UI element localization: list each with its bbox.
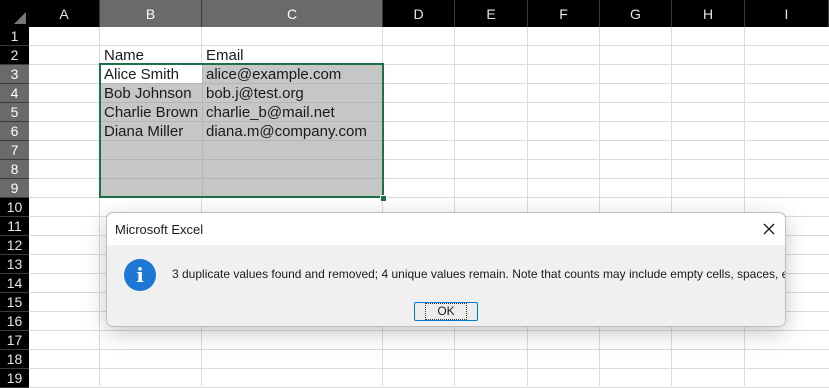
gridline-vertical [454,27,455,386]
ok-button[interactable]: OK [414,302,478,321]
cell-C3[interactable]: alice@example.com [203,65,384,84]
column-header-c[interactable]: C [202,0,383,27]
close-button[interactable] [753,213,785,245]
row-header-11[interactable]: 11 [0,217,29,236]
row-header-1[interactable]: 1 [0,27,29,46]
spreadsheet: ABCDEFGHI 1 2 3 4 5 6 7 8 9 10 11 12 13 14 15 16 17 18 19 … [0,0,829,388]
cell-C4[interactable]: bob.j@test.org [203,84,384,103]
column-header-a[interactable]: A [29,0,100,27]
row-header-14[interactable]: 14 [0,274,29,293]
row-header-16[interactable]: 16 [0,312,29,331]
gridline-horizontal [29,368,829,369]
row-header-12[interactable]: 12 [0,236,29,255]
cell-B5[interactable]: Charlie Brown [101,103,203,122]
cell-B3[interactable]: Alice Smith [101,65,203,84]
column-header-i[interactable]: I [745,0,829,27]
gridline-horizontal [29,349,829,350]
info-icon-glyph: i [136,263,144,287]
row-header-9[interactable]: 9 [0,179,29,198]
gridline-vertical [527,27,528,386]
gridline-horizontal [29,330,829,331]
cell-grid[interactable]: Name Email Alice Smith alice@example.com… [29,27,829,388]
dialog-title: Microsoft Excel [115,222,204,237]
message-dialog: Microsoft Excel i 3 duplicate values fou… [106,212,786,327]
gridline-vertical [671,27,672,386]
row-header-5[interactable]: 5 [0,103,29,122]
row-header-8[interactable]: 8 [0,160,29,179]
row-header-15[interactable]: 15 [0,293,29,312]
column-header-e[interactable]: E [455,0,528,27]
dialog-body: i 3 duplicate values found and removed; … [107,245,786,326]
column-header-g[interactable]: G [600,0,672,27]
row-header-4[interactable]: 4 [0,84,29,103]
close-icon [763,223,775,235]
info-icon: i [124,259,156,291]
column-header-h[interactable]: H [672,0,745,27]
ok-button-label: OK [425,303,467,320]
cell-B6[interactable]: Diana Miller [101,122,203,141]
select-all-triangle-icon [14,12,26,24]
fill-handle[interactable] [380,195,387,202]
row-header-6[interactable]: 6 [0,122,29,141]
column-header-b[interactable]: B [100,0,202,27]
gridline-vertical [744,27,745,386]
row-header-18[interactable]: 18 [0,350,29,369]
row-header-17[interactable]: 17 [0,331,29,350]
column-header-f[interactable]: F [528,0,600,27]
column-header-d[interactable]: D [383,0,455,27]
gridline-vertical [599,27,600,386]
select-all-corner[interactable] [0,0,29,27]
cell-B2[interactable]: Name [101,46,203,65]
row-header-19[interactable]: 19 [0,369,29,388]
row-header-10[interactable]: 10 [0,198,29,217]
row-header-3[interactable]: 3 [0,65,29,84]
row-header-13[interactable]: 13 [0,255,29,274]
cell-C6[interactable]: diana.m@company.com [203,122,384,141]
row-header-7[interactable]: 7 [0,141,29,160]
cell-B4[interactable]: Bob Johnson [101,84,203,103]
cell-C5[interactable]: charlie_b@mail.net [203,103,384,122]
cell-C2[interactable]: Email [203,46,384,65]
dialog-message: 3 duplicate values found and removed; 4 … [172,267,786,281]
row-header-2[interactable]: 2 [0,46,29,65]
